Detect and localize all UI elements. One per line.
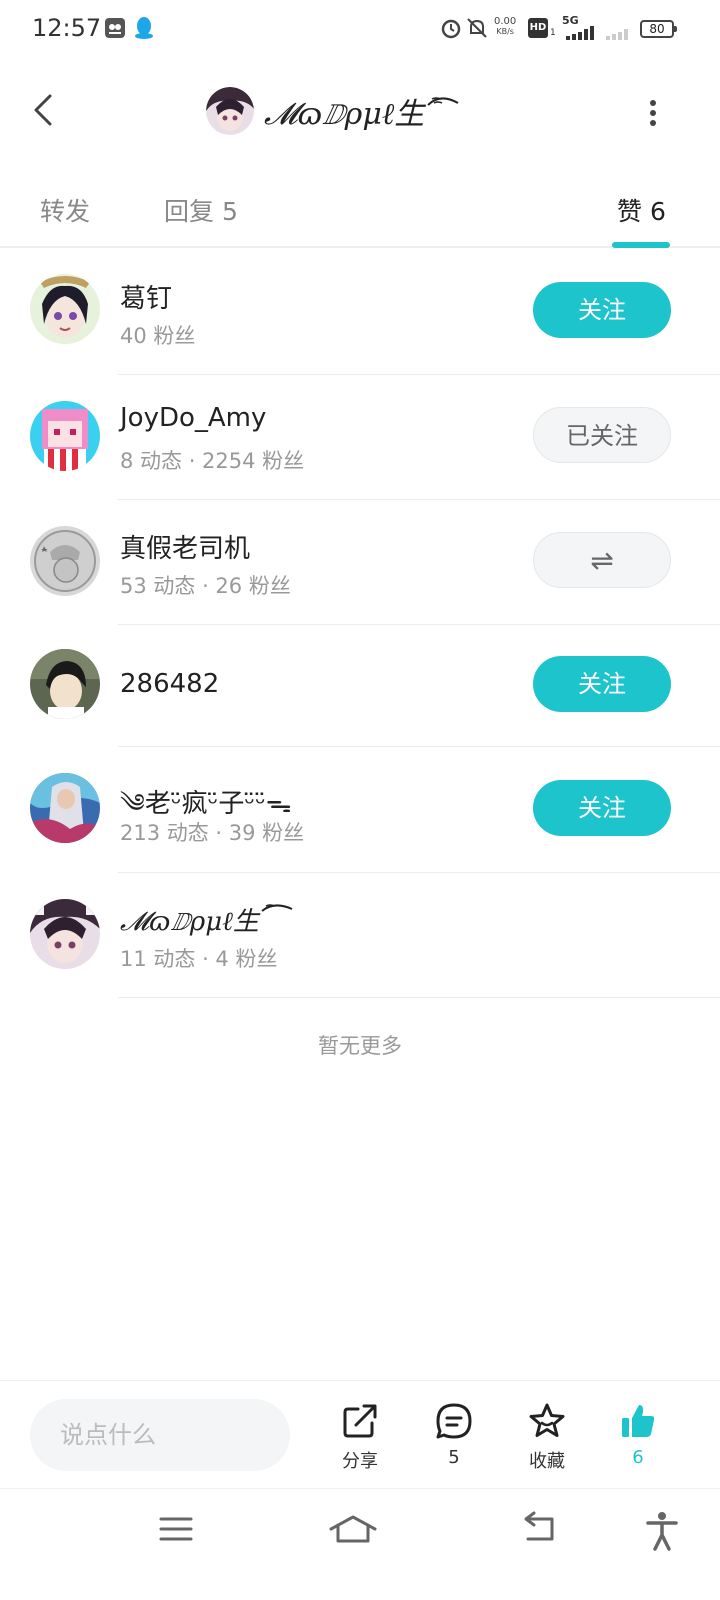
no-more-text: 暂无更多 <box>318 1034 402 1058</box>
network-speed-unit: KB/s <box>496 27 514 36</box>
active-tab-indicator <box>612 242 670 248</box>
avatar[interactable] <box>30 649 100 719</box>
name-decoration-icon <box>261 904 293 912</box>
share-button[interactable]: 分享 <box>320 1401 400 1473</box>
author-name[interactable]: 𝓜ɷⅅρμℓ生 <box>264 89 424 133</box>
avatar[interactable] <box>30 526 100 596</box>
comment-icon <box>436 1403 472 1439</box>
favorite-button[interactable]: 收藏 <box>507 1401 587 1473</box>
followed-button[interactable]: 已关注 <box>533 407 671 463</box>
more-options-icon[interactable] <box>646 98 660 128</box>
signal-icon <box>566 26 594 40</box>
user-meta: 11 动态 · 4 粉丝 <box>120 947 278 971</box>
share-label: 分享 <box>342 1451 378 1472</box>
hd-sub: 1 <box>550 28 556 38</box>
action-bar: 说点什么 分享 5 收藏 6 <box>0 1380 720 1488</box>
comment-count: 5 <box>448 1447 460 1468</box>
list-item[interactable]: 真假老司机 53 动态 · 26 粉丝 ⇌ <box>0 500 720 625</box>
avatar[interactable] <box>30 899 100 969</box>
network-speed: 0.00 KB/s <box>494 17 516 37</box>
app-notification-icon <box>105 18 125 38</box>
follow-button[interactable]: 关注 <box>533 282 671 338</box>
user-name[interactable]: JoyDo_Amy <box>120 403 266 433</box>
follow-button[interactable]: 关注 <box>533 656 671 712</box>
hd-badge: HD <box>528 18 548 38</box>
tab-replies[interactable]: 回复 5 <box>164 192 238 228</box>
battery-indicator: 80 <box>640 20 677 38</box>
alarm-icon <box>441 19 461 39</box>
header: 𝓜ɷⅅρμℓ生 <box>0 60 720 160</box>
mutual-follow-button[interactable]: ⇌ <box>533 532 671 588</box>
share-icon <box>343 1404 377 1438</box>
like-count: 6 <box>632 1447 644 1468</box>
user-name[interactable]: 𝓜ɷⅅρμℓ生 <box>120 901 259 938</box>
hd-label: HD <box>529 22 547 33</box>
tab-bar: 转发 回复 5 赞 6 <box>0 180 720 248</box>
user-name[interactable]: 真假老司机 <box>120 528 250 565</box>
system-nav-bar <box>0 1488 720 1600</box>
avatar[interactable] <box>30 401 100 471</box>
user-meta: 213 动态 · 39 粉丝 <box>120 821 305 845</box>
divider <box>118 997 720 998</box>
menu-icon[interactable] <box>158 1511 194 1547</box>
comment-button[interactable]: 5 <box>414 1401 494 1468</box>
user-meta: 40 粉丝 <box>120 324 196 348</box>
user-name[interactable]: 葛钉 <box>120 278 172 315</box>
avatar[interactable] <box>30 773 100 843</box>
follow-button[interactable]: 关注 <box>533 780 671 836</box>
favorite-label: 收藏 <box>529 1451 565 1472</box>
user-meta: 8 动态 · 2254 粉丝 <box>120 449 305 473</box>
list-item[interactable]: ༄老ᵕ̈疯ᵕ̈子ᵕ̈ᵕ̈ᯓ 213 动态 · 39 粉丝 关注 <box>0 747 720 873</box>
list-item[interactable]: 𝓜ɷⅅρμℓ生 11 动态 · 4 粉丝 <box>0 873 720 998</box>
avatar[interactable] <box>30 274 100 344</box>
signal-2-icon <box>606 29 628 40</box>
comment-input[interactable]: 说点什么 <box>30 1399 290 1471</box>
status-time: 12:57 <box>32 14 102 42</box>
home-icon[interactable] <box>328 1511 378 1547</box>
post-author[interactable]: 𝓜ɷⅅρμℓ生 <box>206 86 460 136</box>
qq-icon <box>135 17 153 39</box>
like-button[interactable]: 6 <box>598 1401 678 1468</box>
accessibility-icon[interactable] <box>644 1511 680 1551</box>
user-name[interactable]: 286482 <box>120 669 219 699</box>
name-decoration-icon <box>427 97 459 106</box>
back-icon[interactable] <box>28 90 58 130</box>
list-item[interactable]: 286482 关注 <box>0 625 720 747</box>
list-item[interactable]: JoyDo_Amy 8 动态 · 2254 粉丝 已关注 <box>0 375 720 500</box>
battery-level: 80 <box>649 22 665 36</box>
mutual-follow-icon: ⇌ <box>590 544 614 577</box>
star-icon <box>529 1403 565 1437</box>
status-bar: 12:57 0.00 KB/s HD 1 5G 80 <box>0 0 720 56</box>
tab-likes[interactable]: 赞 6 <box>617 192 666 228</box>
back-nav-icon[interactable] <box>518 1511 558 1547</box>
network-speed-value: 0.00 <box>494 16 517 27</box>
tab-forward[interactable]: 转发 <box>40 192 90 228</box>
author-avatar[interactable] <box>206 87 254 135</box>
user-meta: 53 动态 · 26 粉丝 <box>120 574 291 598</box>
thumbs-up-icon <box>622 1405 655 1437</box>
list-item[interactable]: 葛钉 40 粉丝 关注 <box>0 250 720 375</box>
mute-icon <box>467 18 487 38</box>
